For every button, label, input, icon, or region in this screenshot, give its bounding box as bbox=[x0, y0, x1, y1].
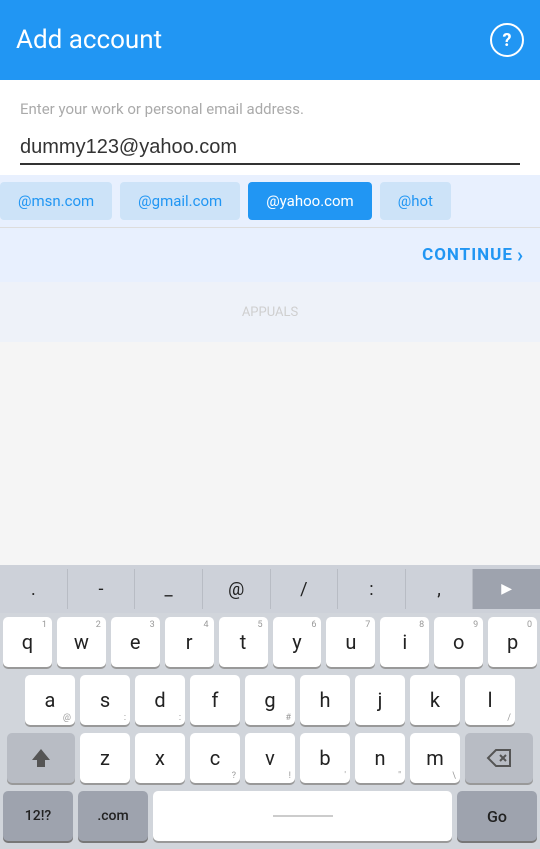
arrow-right-key[interactable]: ▶ bbox=[473, 569, 540, 609]
key-r[interactable]: 4r bbox=[165, 617, 214, 667]
continue-button[interactable]: CONTINUE › bbox=[422, 243, 524, 267]
watermark-text: APPUALS bbox=[242, 305, 298, 320]
key-a[interactable]: a@ bbox=[25, 675, 75, 725]
keyboard-row-1: 1q 2w 3e 4r 5t 6y 7u 8i 9o 0p bbox=[0, 613, 540, 671]
key-l[interactable]: l/ bbox=[465, 675, 515, 725]
keyboard-row-2: a@ s: d: f g# h j k l/ bbox=[0, 671, 540, 729]
sym-key-period[interactable]: . bbox=[0, 569, 68, 609]
key-d[interactable]: d: bbox=[135, 675, 185, 725]
key-f[interactable]: f bbox=[190, 675, 240, 725]
app-header: Add account ? bbox=[0, 0, 540, 80]
key-z[interactable]: z bbox=[80, 733, 130, 783]
key-e[interactable]: 3e bbox=[111, 617, 160, 667]
key-g[interactable]: g# bbox=[245, 675, 295, 725]
continue-bar: CONTINUE › bbox=[0, 227, 540, 282]
sym-key-dash[interactable]: - bbox=[68, 569, 136, 609]
key-b[interactable]: b' bbox=[300, 733, 350, 783]
backspace-key[interactable] bbox=[465, 733, 533, 783]
key-m[interactable]: m\ bbox=[410, 733, 460, 783]
continue-chevron-icon: › bbox=[517, 243, 524, 267]
email-hint-text: Enter your work or personal email addres… bbox=[20, 100, 520, 118]
symbol-row: . - _ @ / : , ▶ bbox=[0, 565, 540, 613]
page-title: Add account bbox=[16, 25, 162, 55]
key-y[interactable]: 6y bbox=[273, 617, 322, 667]
key-i[interactable]: 8i bbox=[380, 617, 429, 667]
key-q[interactable]: 1q bbox=[3, 617, 52, 667]
space-key[interactable] bbox=[153, 791, 452, 841]
key-c[interactable]: c? bbox=[190, 733, 240, 783]
email-chips-bar: @msn.com @gmail.com @yahoo.com @hot bbox=[0, 175, 540, 227]
sym-key-at[interactable]: @ bbox=[203, 569, 271, 609]
key-v[interactable]: v! bbox=[245, 733, 295, 783]
key-u[interactable]: 7u bbox=[326, 617, 375, 667]
dotcom-key[interactable]: .com bbox=[78, 791, 148, 841]
chip-yahoo[interactable]: @yahoo.com bbox=[248, 182, 372, 220]
numeric-key[interactable]: 12!? bbox=[3, 791, 73, 841]
email-input-wrapper bbox=[20, 136, 520, 165]
chip-gmail[interactable]: @gmail.com bbox=[120, 182, 240, 220]
key-t[interactable]: 5t bbox=[219, 617, 268, 667]
email-form: Enter your work or personal email addres… bbox=[0, 80, 540, 175]
key-p[interactable]: 0p bbox=[488, 617, 537, 667]
key-w[interactable]: 2w bbox=[57, 617, 106, 667]
watermark-area: APPUALS bbox=[0, 282, 540, 342]
shift-key[interactable] bbox=[7, 733, 75, 783]
chip-msn[interactable]: @msn.com bbox=[0, 182, 112, 220]
key-n[interactable]: n" bbox=[355, 733, 405, 783]
keyboard: . - _ @ / : , ▶ 1q 2w 3e 4r 5t 6y 7u 8i … bbox=[0, 565, 540, 849]
key-x[interactable]: x bbox=[135, 733, 185, 783]
key-j[interactable]: j bbox=[355, 675, 405, 725]
key-h[interactable]: h bbox=[300, 675, 350, 725]
keyboard-bottom-row: 12!? .com Go bbox=[0, 787, 540, 849]
help-icon[interactable]: ? bbox=[490, 23, 524, 57]
chip-hotmail[interactable]: @hot bbox=[380, 182, 451, 220]
key-o[interactable]: 9o bbox=[434, 617, 483, 667]
sym-key-slash[interactable]: / bbox=[271, 569, 339, 609]
keyboard-row-3: z x c? v! b' n" m\ bbox=[0, 729, 540, 787]
email-input[interactable] bbox=[20, 136, 520, 159]
key-k[interactable]: k bbox=[410, 675, 460, 725]
sym-key-underscore[interactable]: _ bbox=[135, 569, 203, 609]
sym-key-comma[interactable]: , bbox=[406, 569, 474, 609]
go-key[interactable]: Go bbox=[457, 791, 537, 841]
space-bar-indicator bbox=[273, 815, 333, 817]
continue-label: CONTINUE bbox=[422, 245, 513, 265]
key-s[interactable]: s: bbox=[80, 675, 130, 725]
sym-key-colon[interactable]: : bbox=[338, 569, 406, 609]
